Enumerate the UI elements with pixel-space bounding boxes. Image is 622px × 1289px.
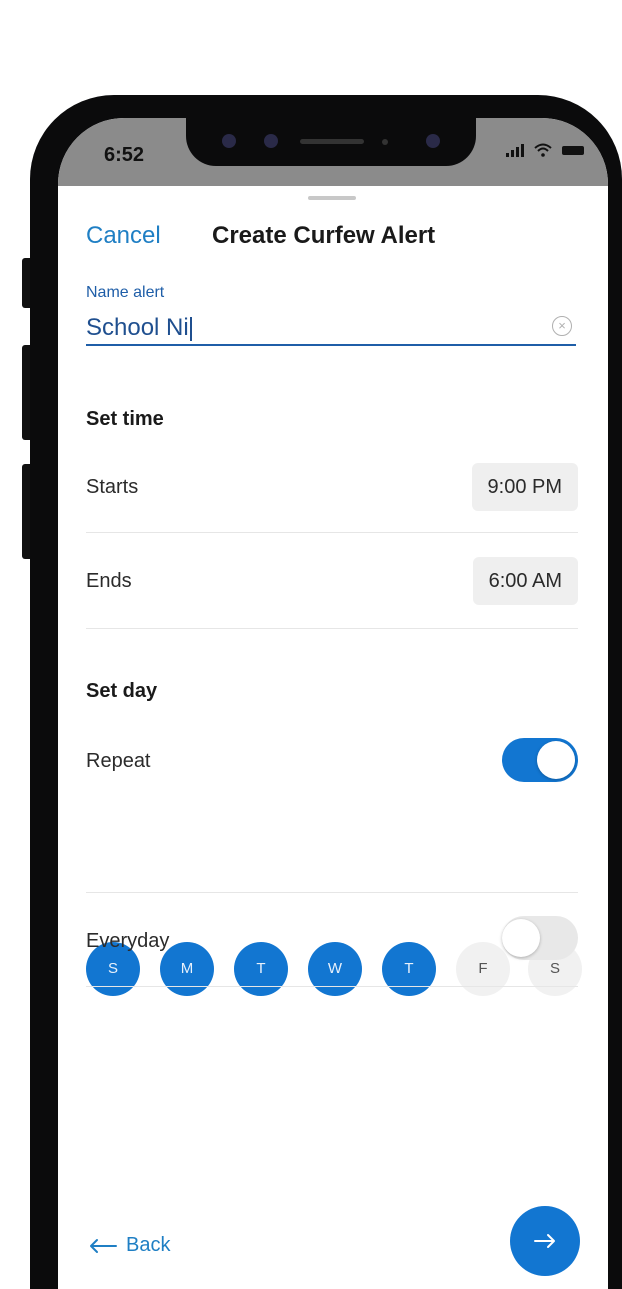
repeat-toggle[interactable]: [502, 738, 578, 782]
proximity-sensor: [382, 139, 388, 145]
wifi-icon: [534, 143, 552, 157]
create-alert-sheet: Cancel Create Curfew Alert Name alert Sc…: [58, 186, 608, 1289]
starts-label: Starts: [86, 476, 139, 498]
camera-lens: [264, 134, 278, 148]
back-button[interactable]: Back: [88, 1234, 170, 1257]
repeat-label: Repeat: [86, 750, 151, 772]
camera-notch: [186, 118, 476, 166]
phone-screen: 6:52 Cancel Create Curfew Alert Name ale…: [58, 118, 608, 1289]
status-icons: [506, 143, 584, 157]
divider: [86, 628, 578, 629]
cellular-signal-icon: [506, 143, 524, 157]
next-button[interactable]: [510, 1206, 580, 1276]
status-time: 6:52: [104, 144, 145, 166]
everyday-label: Everyday: [86, 930, 170, 952]
divider: [86, 986, 578, 987]
divider: [86, 892, 578, 893]
ends-time-picker[interactable]: 6:00 AM: [472, 557, 578, 605]
set-time-heading: Set time: [86, 408, 164, 430]
sheet-grabber[interactable]: [308, 196, 356, 200]
day-tuesday[interactable]: T: [234, 942, 288, 996]
day-thursday[interactable]: T: [382, 942, 436, 996]
battery-icon: [562, 145, 584, 155]
starts-time-picker[interactable]: 9:00 PM: [471, 463, 578, 511]
back-label: Back: [126, 1234, 171, 1256]
divider: [86, 532, 578, 533]
cancel-button[interactable]: Cancel: [86, 222, 161, 250]
earpiece-speaker: [300, 139, 364, 144]
clear-circle-icon[interactable]: ×: [552, 316, 572, 336]
page-title: Create Curfew Alert: [212, 222, 436, 249]
camera-lens: [426, 134, 440, 148]
toggle-knob: [537, 741, 575, 779]
toggle-knob: [502, 919, 540, 957]
ends-label: Ends: [86, 570, 132, 592]
device-mockup: 6:52 Cancel Create Curfew Alert Name ale…: [0, 0, 622, 1289]
arrow-right-icon: [534, 1234, 555, 1248]
text-caret: [189, 316, 192, 341]
day-wednesday[interactable]: W: [308, 942, 362, 996]
day-friday[interactable]: F: [456, 942, 510, 996]
name-alert-value: School Ni: [86, 314, 192, 342]
arrow-left-icon: [90, 1238, 117, 1253]
name-alert-label: Name alert: [86, 284, 165, 301]
everyday-toggle[interactable]: [502, 916, 578, 960]
name-alert-input[interactable]: School Ni ×: [86, 304, 576, 346]
camera-lens: [222, 134, 236, 148]
set-day-heading: Set day: [86, 680, 158, 702]
